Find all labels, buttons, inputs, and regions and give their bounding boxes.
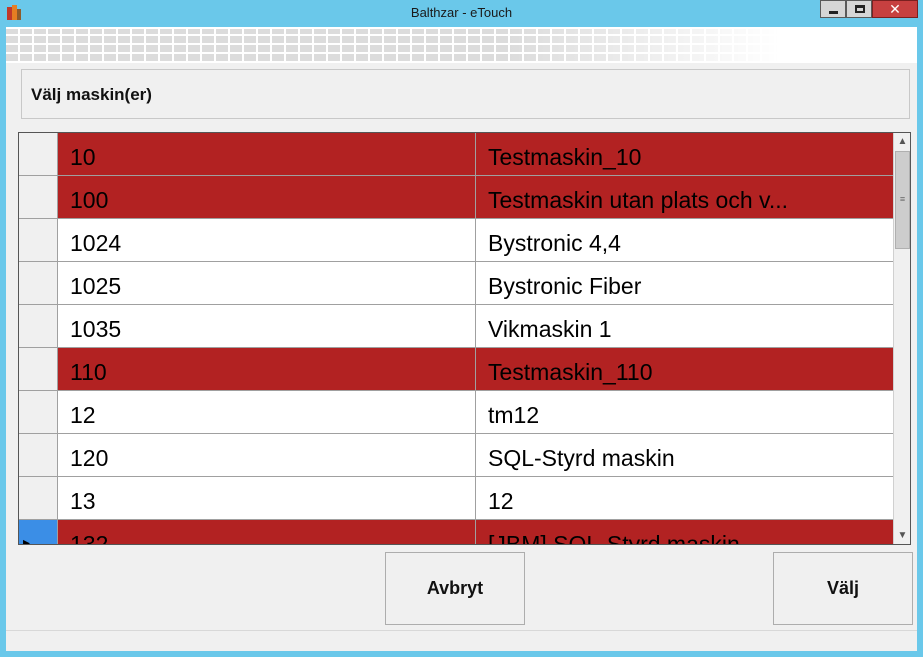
row-header[interactable] [19, 176, 58, 219]
name-cell[interactable]: Testmaskin utan plats och v... [476, 176, 893, 219]
name-cell[interactable]: Testmaskin_110 [476, 348, 893, 391]
name-cell[interactable]: tm12 [476, 391, 893, 434]
name-cell[interactable]: Vikmaskin 1 [476, 305, 893, 348]
row-header[interactable] [19, 219, 58, 262]
name-text: Bystronic Fiber [488, 273, 642, 299]
id-cell[interactable]: 132 [58, 520, 476, 545]
name-text: Bystronic 4,4 [488, 230, 621, 256]
id-text: 1035 [70, 316, 122, 342]
id-cell[interactable]: 10 [58, 133, 476, 176]
title-bar[interactable]: Balthzar - eTouch ✕ [0, 0, 923, 27]
minimize-button[interactable] [820, 0, 846, 18]
row-header[interactable] [19, 305, 58, 348]
name-cell[interactable]: Bystronic Fiber [476, 262, 893, 305]
table-row[interactable]: 100 Testmaskin utan plats och v... [19, 176, 893, 219]
id-cell[interactable]: 1024 [58, 219, 476, 262]
id-text: 100 [70, 187, 109, 213]
row-header-selected[interactable]: ▸ [19, 520, 58, 545]
id-cell[interactable]: 100 [58, 176, 476, 219]
select-button[interactable]: Välj [773, 552, 913, 625]
table-row[interactable]: 110 Testmaskin_110 [19, 348, 893, 391]
table-row[interactable]: 120 SQL-Styrd maskin [19, 434, 893, 477]
id-text: 120 [70, 445, 109, 471]
name-text: Vikmaskin 1 [488, 316, 612, 342]
row-header[interactable] [19, 348, 58, 391]
grip-icon: ≡ [899, 194, 906, 204]
table-row[interactable]: 13 12 [19, 477, 893, 520]
scroll-up-icon[interactable]: ▲ [894, 133, 910, 150]
name-text: Testmaskin_110 [488, 359, 653, 385]
page-title: Välj maskin(er) [31, 85, 152, 104]
table-row[interactable]: ▸ 132 [JBM] SQL-Styrd maskin [19, 520, 893, 545]
name-text: SQL-Styrd maskin [488, 445, 675, 471]
scroll-down-icon[interactable]: ▼ [894, 527, 910, 544]
name-text: [JBM] SQL-Styrd maskin [488, 531, 740, 545]
id-cell[interactable]: 13 [58, 477, 476, 520]
id-cell[interactable]: 1025 [58, 262, 476, 305]
id-text: 12 [70, 402, 96, 428]
name-cell[interactable]: 12 [476, 477, 893, 520]
name-cell[interactable]: Bystronic 4,4 [476, 219, 893, 262]
name-cell[interactable]: SQL-Styrd maskin [476, 434, 893, 477]
table-row[interactable]: 10 Testmaskin_10 [19, 133, 893, 176]
decorative-pattern [6, 27, 917, 63]
window-frame-bottom [0, 651, 923, 657]
row-header[interactable] [19, 434, 58, 477]
table-row[interactable]: 1024 Bystronic 4,4 [19, 219, 893, 262]
table-row[interactable]: 1035 Vikmaskin 1 [19, 305, 893, 348]
machine-grid[interactable]: 10 Testmaskin_10 100 Testmaskin utan pla… [18, 132, 911, 545]
scroll-thumb[interactable]: ≡ [895, 151, 910, 249]
close-icon: ✕ [889, 1, 901, 17]
name-cell[interactable]: Testmaskin_10 [476, 133, 893, 176]
name-cell[interactable]: [JBM] SQL-Styrd maskin [476, 520, 893, 545]
id-text: 110 [70, 359, 107, 385]
name-text: Testmaskin utan plats och v... [488, 187, 788, 213]
name-text: Testmaskin_10 [488, 144, 642, 170]
id-text: 132 [70, 531, 109, 545]
cancel-button[interactable]: Avbryt [385, 552, 525, 625]
header-panel: Välj maskin(er) [21, 69, 910, 119]
maximize-button[interactable] [846, 0, 872, 18]
window-frame-right [917, 27, 923, 657]
table-row[interactable]: 1025 Bystronic Fiber [19, 262, 893, 305]
id-cell[interactable]: 1035 [58, 305, 476, 348]
id-cell[interactable]: 12 [58, 391, 476, 434]
id-cell[interactable]: 120 [58, 434, 476, 477]
minimize-icon [829, 11, 838, 14]
status-strip [6, 630, 917, 651]
window-title: Balthzar - eTouch [410, 5, 513, 20]
name-text: tm12 [488, 402, 540, 428]
table-row[interactable]: 12 tm12 [19, 391, 893, 434]
row-header[interactable] [19, 133, 58, 176]
row-header[interactable] [19, 477, 58, 520]
id-cell[interactable]: 110 [58, 348, 476, 391]
id-text: 1025 [70, 273, 122, 299]
id-text: 13 [70, 488, 96, 514]
maximize-icon [855, 5, 865, 13]
vertical-scrollbar[interactable]: ▲ ≡ ▼ [893, 133, 910, 544]
row-header[interactable] [19, 262, 58, 305]
current-row-icon: ▸ [23, 534, 31, 545]
id-text: 1024 [70, 230, 122, 256]
id-text: 10 [70, 144, 96, 170]
row-header[interactable] [19, 391, 58, 434]
name-text: 12 [488, 488, 514, 514]
close-button[interactable]: ✕ [872, 0, 918, 18]
